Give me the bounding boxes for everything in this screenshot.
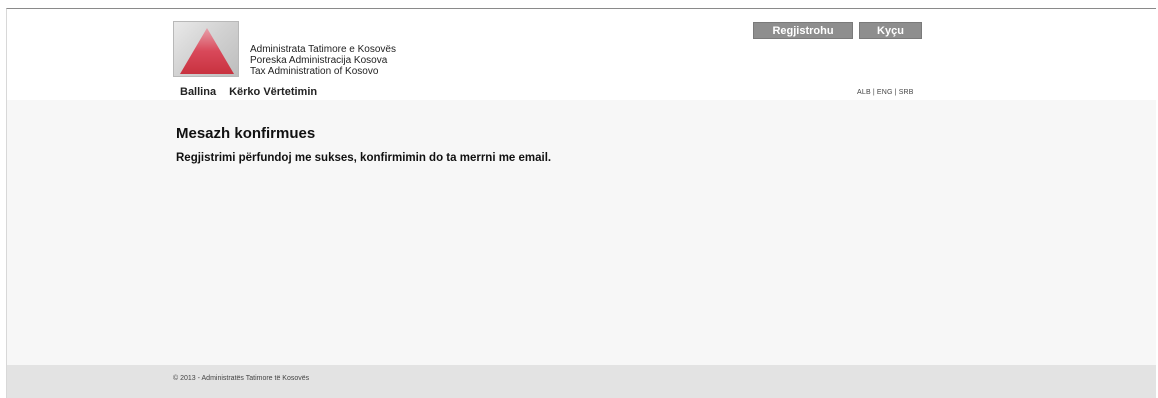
language-srb[interactable]: SRB (899, 89, 914, 96)
org-name-albanian: Administrata Tatimore e Kosovës (250, 44, 396, 55)
language-separator: | (894, 89, 897, 96)
main-navigation: Ballina Kërko Vërtetimin (180, 86, 317, 98)
nav-item-search-certificate[interactable]: Kërko Vërtetimin (229, 86, 317, 98)
register-button[interactable]: Regjistrohu (753, 22, 853, 39)
language-eng[interactable]: ENG (877, 89, 893, 96)
language-separator: | (872, 89, 875, 96)
login-button[interactable]: Kyçu (859, 22, 922, 39)
logo-triangle-icon (180, 28, 234, 74)
organization-names: Administrata Tatimore e Kosovës Poreska … (250, 44, 396, 77)
language-switcher: ALB | ENG | SRB (857, 89, 914, 96)
page-title: Mesazh konfirmues (176, 125, 316, 142)
org-name-english: Tax Administration of Kosovo (250, 66, 379, 77)
language-alb[interactable]: ALB (857, 89, 871, 96)
nav-item-home[interactable]: Ballina (180, 86, 216, 98)
org-name-serbian: Poreska Administracija Kosova (250, 55, 388, 66)
confirmation-message: Regjistrimi përfundoj me sukses, konfirm… (176, 152, 552, 164)
copyright-text: © 2013 - Administratës Tatimore të Kosov… (173, 375, 310, 382)
logo[interactable] (173, 21, 239, 77)
